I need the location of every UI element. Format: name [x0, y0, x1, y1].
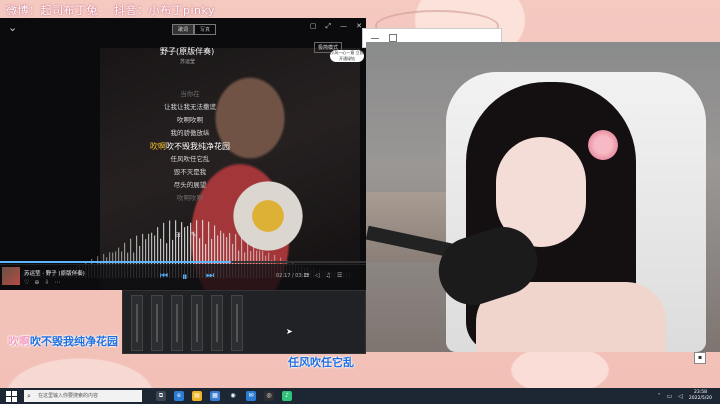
tab-photos[interactable]: 写真: [194, 24, 217, 35]
mouse-cursor-icon: ➤: [286, 327, 293, 336]
tab-lyrics[interactable]: 歌词: [172, 24, 195, 35]
heart-icon[interactable]: ♡: [24, 279, 29, 286]
lyric-line: 毁不灭是我: [173, 168, 207, 176]
task-view-icon[interactable]: ⧉: [156, 391, 166, 401]
vip-promo-pill[interactable]: 小风一心一意 立即开通绿钻: [330, 50, 364, 62]
lyric-line: 尽头的展望: [173, 181, 207, 189]
system-tray: ˄ ▭ ◁ 23:58 2022/5/20: [658, 388, 712, 404]
webcam-feed: [366, 42, 720, 352]
overlay-lyric-line2: 任风吹任它乱: [288, 356, 354, 369]
lyric-line: 吹啊吹啊: [177, 116, 203, 124]
fullscreen-icon[interactable]: ⤢: [326, 22, 332, 31]
player-bottom-bar: 苏运莹 · 野子 (原版伴奏) ♡ ⊕ ⇩ ⋯ ⏮ ⏸ ⏭ 02:17 / 03…: [0, 264, 366, 290]
overlay-sung-part: 吹啊: [8, 335, 30, 348]
lyric-sung-part: 吹啊: [150, 142, 166, 151]
edge-icon[interactable]: e: [174, 391, 184, 401]
obs-icon[interactable]: ◎: [264, 391, 274, 401]
playlist-icon[interactable]: ☰: [337, 272, 342, 279]
lyric-line: 让我让我无法撒谎: [164, 103, 216, 111]
taskbar-search[interactable]: ⌕ 在这里输入你要搜索的内容: [24, 390, 142, 402]
mixer-channel[interactable]: [231, 295, 243, 351]
chevron-down-icon[interactable]: ⌄: [8, 21, 17, 34]
speaker-icon[interactable]: ◁: [678, 393, 683, 400]
douyin-handle: 抖音：小布丁pinky: [114, 4, 215, 17]
loop-icon[interactable]: ⟳: [304, 272, 309, 279]
next-track-button[interactable]: ⏭: [206, 271, 214, 281]
maximize-icon[interactable]: [389, 34, 397, 42]
now-playing-title[interactable]: 苏运莹 · 野子 (原版伴奏): [24, 269, 85, 277]
search-icon: ⌕: [27, 392, 31, 400]
mail-icon[interactable]: ✉: [246, 391, 256, 401]
progress-fill: [0, 261, 231, 263]
lyric-line: 任风吹任它乱: [170, 155, 210, 163]
mixer-channel[interactable]: [151, 295, 163, 351]
qqmusic-icon[interactable]: ♪: [282, 391, 292, 401]
lyric-edit-icon[interactable]: ✎: [191, 231, 197, 239]
player-topbar: ⌄ 歌词 写真 ▢ ⤢ — ✕: [0, 18, 366, 40]
audio-mixer-window: [122, 290, 366, 354]
restore-icon[interactable]: ▢: [310, 22, 317, 31]
steam-icon[interactable]: ◉: [228, 391, 238, 401]
artist-name[interactable]: 苏运莹: [180, 58, 195, 65]
hair-flower: [588, 130, 618, 160]
player-right-actions: ⟳ ◁ ♫ ☰: [304, 272, 342, 279]
overlay-unsung-part: 吹不毁我纯净花园: [30, 335, 118, 348]
lyric-tools: ⊟ ✎: [175, 231, 197, 239]
playback-progress[interactable]: [0, 261, 366, 263]
pause-button[interactable]: ⏸: [182, 270, 188, 284]
stream-watermark: 微博：起司布丁兔 抖音：小布丁pinky: [6, 2, 227, 18]
window-controls: ▢ ⤢ — ✕: [310, 22, 362, 31]
clock-date: 2022/5/20: [688, 396, 712, 401]
add-icon[interactable]: ⊕: [34, 279, 39, 286]
search-placeholder: 在这里输入你要搜索的内容: [38, 393, 99, 399]
song-title: 野子(原版伴奏): [160, 47, 215, 56]
windows-start-icon[interactable]: [4, 389, 18, 403]
more-icon[interactable]: ⋯: [54, 279, 60, 286]
minimize-icon[interactable]: [371, 38, 379, 39]
lyrics-panel: 当你在 让我让我无法撒谎 吹啊吹啊 我的骄傲放纵 吹啊吹不毁我纯净花园 任风吹任…: [140, 88, 240, 205]
taskbar-apps: ⧉ e ▤ ▦ ◉ ✉ ◎ ♪: [156, 391, 292, 401]
overlay-lyric-line1: 吹啊吹不毁我纯净花园: [8, 333, 118, 349]
store-icon[interactable]: ▦: [210, 391, 220, 401]
mode-tabs: 歌词 写真: [172, 24, 217, 35]
notification-icon[interactable]: ▪: [694, 352, 706, 364]
explorer-icon[interactable]: ▤: [192, 391, 202, 401]
music-player-window: ⌄ 歌词 写真 ▢ ⤢ — ✕ 极简模式 野子(原版伴奏) 苏运莹 小风一心一意…: [0, 18, 366, 290]
lyric-line: 吹啊吹啊: [177, 194, 203, 202]
taskbar: ⌕ 在这里输入你要搜索的内容 ⧉ e ▤ ▦ ◉ ✉ ◎ ♪ ˄ ▭ ◁ 23:58 2022…: [0, 388, 720, 404]
weibo-handle: 微博：起司布丁兔: [6, 4, 98, 17]
previous-track-button[interactable]: ⏮: [160, 271, 168, 281]
mixer-channel[interactable]: [171, 295, 183, 351]
taskbar-clock[interactable]: 23:58 2022/5/20: [689, 390, 712, 402]
lyric-line-current: 吹啊吹不毁我纯净花园: [140, 140, 240, 153]
lyric-poster-icon[interactable]: ⊟: [175, 231, 181, 239]
minimize-icon[interactable]: —: [340, 22, 347, 31]
volume-icon[interactable]: ◁: [315, 272, 320, 279]
lyrics-toggle-icon[interactable]: ♫: [326, 272, 331, 279]
lyric-line: 我的骄傲放纵: [170, 129, 210, 137]
mixer-channel[interactable]: [191, 295, 203, 351]
chevron-up-icon[interactable]: ˄: [658, 393, 661, 400]
lyric-line: 当你在: [180, 90, 200, 98]
now-playing-actions: ♡ ⊕ ⇩ ⋯: [24, 279, 60, 286]
mixer-channel[interactable]: [131, 295, 143, 351]
now-playing-cover[interactable]: [2, 267, 20, 285]
network-icon[interactable]: ▭: [667, 393, 673, 400]
lyric-unsung-part: 吹不毁我纯净花园: [166, 142, 230, 151]
download-icon[interactable]: ⇩: [44, 279, 49, 286]
mixer-channel[interactable]: [211, 295, 223, 351]
